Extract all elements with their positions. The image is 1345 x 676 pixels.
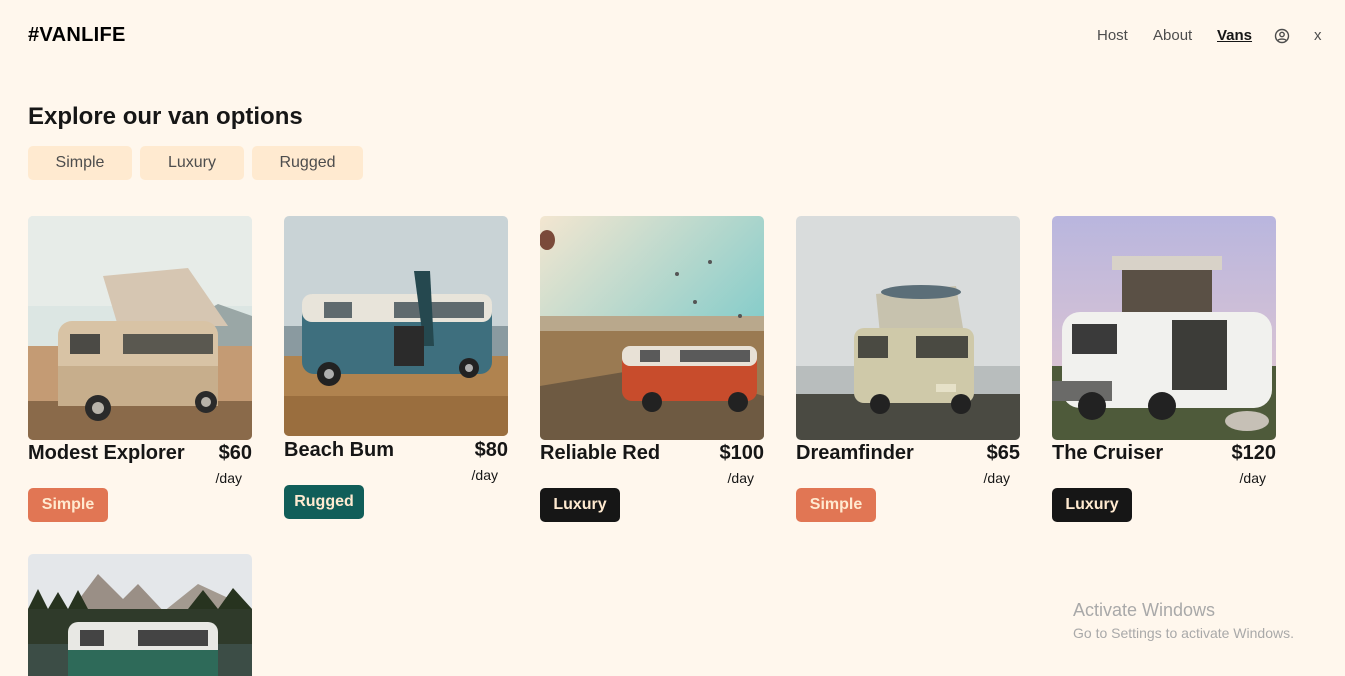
- van-name: Reliable Red: [540, 442, 661, 464]
- van-image[interactable]: [540, 216, 764, 440]
- filter-simple-button[interactable]: Simple: [28, 146, 132, 180]
- van-name: The Cruiser: [1052, 442, 1164, 464]
- van-card[interactable]: Dreamfinder $65 /day Simple: [796, 216, 1020, 526]
- van-price-unit: /day: [1239, 470, 1266, 486]
- van-name: Dreamfinder: [796, 442, 914, 464]
- van-price-unit: /day: [983, 470, 1010, 486]
- site-header: #VANLIFE Host About Vans x: [0, 0, 1345, 72]
- van-name: Modest Explorer: [28, 442, 185, 464]
- nav-link-vans[interactable]: Vans: [1217, 27, 1252, 44]
- van-card[interactable]: [28, 554, 252, 676]
- windows-activation-watermark: Activate Windows Go to Settings to activ…: [1073, 600, 1294, 641]
- site-logo[interactable]: #VANLIFE: [28, 24, 126, 47]
- van-price: $120: [1231, 442, 1277, 464]
- logout-button[interactable]: x: [1314, 27, 1322, 44]
- van-name: Beach Bum: [284, 439, 395, 461]
- filter-rugged-button[interactable]: Rugged: [252, 146, 363, 180]
- van-type-badge[interactable]: Luxury: [1052, 488, 1132, 522]
- van-price: $60: [218, 442, 252, 464]
- van-price-unit: /day: [727, 470, 754, 486]
- van-type-badge[interactable]: Simple: [28, 488, 108, 522]
- nav-link-about[interactable]: About: [1153, 27, 1192, 44]
- van-image[interactable]: [28, 216, 252, 440]
- van-price: $65: [986, 442, 1020, 464]
- van-price: $80: [474, 439, 508, 461]
- van-card[interactable]: Reliable Red $100 /day Luxury: [540, 216, 764, 526]
- watermark-title: Activate Windows: [1073, 600, 1216, 620]
- van-image[interactable]: [1052, 216, 1276, 440]
- van-type-badge[interactable]: Rugged: [284, 485, 364, 519]
- page-title: Explore our van options: [28, 103, 303, 130]
- watermark-subtitle: Go to Settings to activate Windows.: [1073, 625, 1294, 641]
- van-type-badge[interactable]: Simple: [796, 488, 876, 522]
- van-price-unit: /day: [471, 467, 498, 483]
- van-image[interactable]: [28, 554, 252, 676]
- van-card[interactable]: Modest Explorer $60 /day Simple: [28, 216, 252, 526]
- van-type-badge[interactable]: Luxury: [540, 488, 620, 522]
- van-image[interactable]: [284, 216, 508, 436]
- filter-luxury-button[interactable]: Luxury: [140, 146, 244, 180]
- van-image[interactable]: [796, 216, 1020, 440]
- user-circle-icon[interactable]: [1274, 28, 1290, 44]
- van-card[interactable]: The Cruiser $120 /day Luxury: [1052, 216, 1276, 526]
- nav-link-host[interactable]: Host: [1097, 27, 1128, 44]
- van-price: $100: [719, 442, 765, 464]
- van-card[interactable]: Beach Bum $80 /day Rugged: [284, 216, 508, 526]
- van-price-unit: /day: [215, 470, 242, 486]
